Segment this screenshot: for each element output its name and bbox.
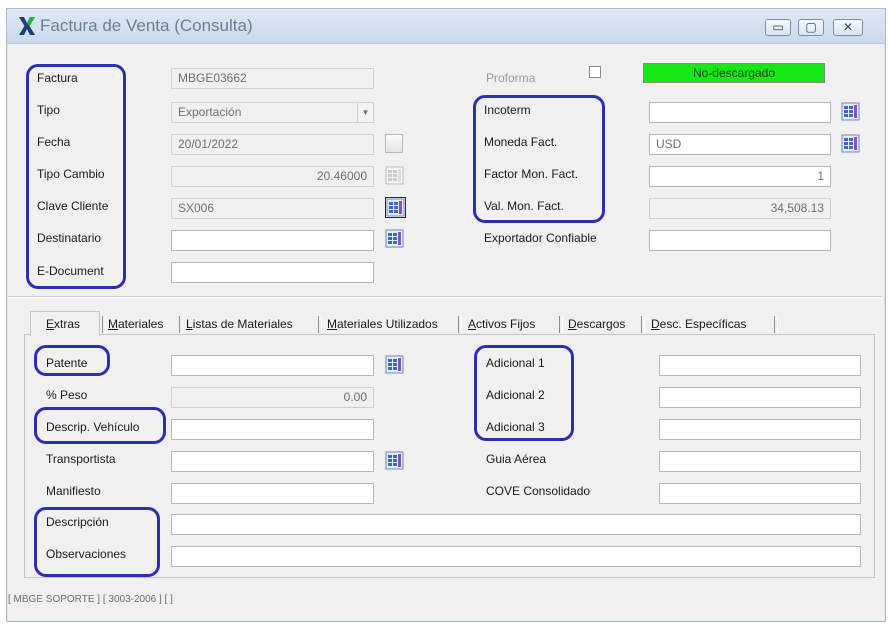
exportador-confiable-field[interactable] — [649, 230, 831, 251]
label-cove-consolidado: COVE Consolidado — [486, 484, 591, 498]
chevron-down-icon[interactable]: ▼ — [357, 103, 373, 122]
close-button[interactable]: ✕ — [833, 19, 863, 36]
tab-separator — [179, 316, 183, 333]
tab-separator — [774, 316, 778, 333]
tipo-select[interactable]: Exportación ▼ — [171, 102, 374, 123]
incoterm-lookup-icon[interactable] — [841, 102, 860, 121]
destinatario-field[interactable] — [171, 230, 374, 251]
tab-activos-fijos[interactable]: Activos Fijos — [468, 313, 535, 335]
adicional-2-field[interactable] — [659, 387, 861, 408]
transportista-lookup-icon[interactable] — [385, 451, 404, 470]
label-adicional-3: Adicional 3 — [486, 420, 545, 434]
factor-mon-fact-field[interactable]: 1 — [649, 166, 831, 187]
label-manifiesto: Manifiesto — [46, 484, 101, 498]
label-proforma: Proforma — [486, 71, 536, 85]
clave-cliente-lookup-icon[interactable] — [385, 197, 406, 218]
descripcion-field[interactable] — [171, 514, 861, 535]
moneda-fact-field[interactable]: USD — [649, 134, 831, 155]
label-transportista: Transportista — [46, 452, 116, 466]
label-factor-mon-fact: Factor Mon. Fact. — [484, 167, 579, 181]
tipo-select-value: Exportación — [178, 105, 242, 119]
label-peso: % Peso — [46, 388, 88, 402]
label-clave-cliente: Clave Cliente — [37, 199, 109, 213]
app-x-icon — [19, 17, 35, 35]
status-bar: [ MBGE SOPORTE ] [ 3003-2006 ] [ ] — [8, 594, 173, 605]
incoterm-field[interactable] — [649, 102, 831, 123]
status-badge: No-descargado — [643, 63, 825, 83]
clave-cliente-field[interactable]: SX006 — [171, 198, 374, 219]
peso-field[interactable]: 0.00 — [171, 387, 374, 408]
tipo-cambio-field[interactable]: 20.46000 — [171, 166, 374, 187]
lookup-grid-icon[interactable] — [385, 166, 404, 185]
tab-separator — [102, 316, 106, 333]
window-title: Factura de Venta (Consulta) — [40, 16, 253, 35]
label-tipo-cambio: Tipo Cambio — [37, 167, 105, 181]
label-e-document: E-Document — [37, 264, 104, 278]
section-divider — [8, 296, 881, 298]
tab-descargos[interactable]: Descargos — [568, 313, 625, 335]
label-adicional-1: Adicional 1 — [486, 356, 545, 370]
tab-desc-especificas[interactable]: Desc. Específicas — [651, 313, 746, 335]
minimize-button[interactable]: ▭ — [765, 19, 791, 36]
label-incoterm: Incoterm — [484, 103, 531, 117]
tab-materiales-utilizados[interactable]: Materiales Utilizados — [327, 313, 438, 335]
label-tipo: Tipo — [37, 103, 60, 117]
label-fecha: Fecha — [37, 135, 71, 149]
label-observaciones: Observaciones — [46, 547, 127, 561]
transportista-field[interactable] — [171, 451, 374, 472]
e-document-field[interactable] — [171, 262, 374, 283]
label-guia-aerea: Guia Aérea — [486, 452, 547, 466]
tab-listas-de-materiales[interactable]: Listas de Materiales — [186, 313, 293, 335]
label-moneda-fact: Moneda Fact. — [484, 135, 558, 149]
fecha-field[interactable]: 20/01/2022 — [171, 134, 374, 155]
maximize-button[interactable]: ▢ — [798, 19, 824, 36]
factura-field[interactable]: MBGE03662 — [171, 68, 374, 89]
tab-separator — [458, 316, 462, 333]
tab-separator — [559, 316, 563, 333]
tab-separator — [641, 316, 645, 333]
label-adicional-2: Adicional 2 — [486, 388, 545, 402]
patente-field[interactable] — [171, 355, 374, 376]
cove-consolidado-field[interactable] — [659, 483, 861, 504]
tab-separator — [318, 316, 322, 333]
observaciones-field[interactable] — [171, 546, 861, 567]
tab-extras[interactable]: Extras — [46, 313, 80, 335]
adicional-1-field[interactable] — [659, 355, 861, 376]
patente-lookup-icon[interactable] — [385, 355, 404, 374]
guia-aerea-field[interactable] — [659, 451, 861, 472]
label-destinatario: Destinatario — [37, 231, 102, 245]
label-exportador-confiable: Exportador Confiable — [484, 231, 597, 245]
tab-materiales[interactable]: Materiales — [108, 313, 163, 335]
proforma-checkbox[interactable] — [589, 66, 601, 78]
label-factura: Factura — [37, 71, 78, 85]
label-patente: Patente — [46, 356, 88, 370]
calendar-button-icon[interactable] — [385, 134, 403, 153]
manifiesto-field[interactable] — [171, 483, 374, 504]
moneda-lookup-icon[interactable] — [841, 134, 860, 153]
descrip-vehiculo-field[interactable] — [171, 419, 374, 440]
title-bar: Factura de Venta (Consulta) ▭ ▢ ✕ — [7, 9, 885, 44]
adicional-3-field[interactable] — [659, 419, 861, 440]
val-mon-fact-field[interactable]: 34,508.13 — [649, 198, 831, 219]
label-val-mon-fact: Val. Mon. Fact. — [484, 199, 564, 213]
label-descripcion: Descripción — [46, 515, 109, 529]
destinatario-lookup-icon[interactable] — [385, 229, 404, 248]
label-descrip-vehiculo: Descrip. Vehículo — [46, 420, 140, 434]
